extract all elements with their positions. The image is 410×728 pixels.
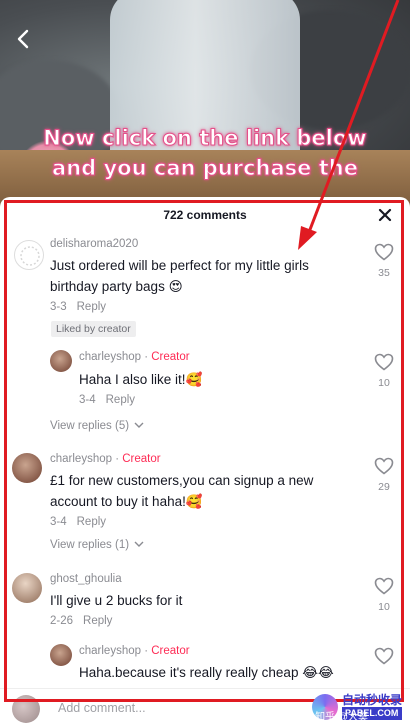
- watermark: 自动秒收录 PABEL.COM 知乎 @大莫: [311, 693, 402, 723]
- comment-text: Just ordered will be perfect for my litt…: [50, 258, 309, 294]
- avatar[interactable]: [50, 350, 72, 372]
- comment-username[interactable]: ghost_ghoulia: [50, 573, 122, 585]
- comment-meta: 3-4 Reply: [50, 516, 106, 528]
- avatar[interactable]: [12, 453, 42, 483]
- username-text[interactable]: charleyshop: [79, 645, 141, 657]
- creator-tag: Creator: [151, 351, 190, 363]
- comment-meta: 2-26 Reply: [50, 615, 112, 627]
- comment-meta: 3-3 Reply: [50, 301, 106, 313]
- comment-date: 3-4: [50, 516, 67, 528]
- user-avatar: [12, 695, 40, 723]
- chevron-down-icon: [134, 422, 144, 428]
- view-replies-button[interactable]: View replies (1): [50, 539, 144, 551]
- comment-date: 3-4: [79, 394, 96, 406]
- username-text[interactable]: charleyshop: [50, 453, 112, 465]
- creator-tag: Creator: [122, 453, 161, 465]
- comment-username[interactable]: charleyshop · Creator: [79, 645, 190, 657]
- chevron-down-icon: [134, 541, 144, 547]
- heart-icon: [374, 647, 394, 665]
- watermark-credit: 知乎 @大莫: [315, 712, 368, 723]
- like-button[interactable]: 10: [372, 577, 396, 613]
- reply-button[interactable]: Reply: [83, 615, 112, 627]
- comment-meta: 3-4 Reply: [79, 394, 135, 406]
- comment-text: Haha.because it's really really cheap 😂😂: [79, 665, 334, 680]
- avatar[interactable]: [12, 573, 42, 603]
- avatar[interactable]: [50, 644, 72, 666]
- reply-button[interactable]: Reply: [77, 516, 106, 528]
- like-count: 29: [378, 481, 390, 493]
- like-count: 10: [378, 601, 390, 613]
- annotation-arrow: [298, 0, 400, 250]
- comment-item: charleyshop · Creator £1 for new custome…: [0, 449, 410, 559]
- comment-date: 2-26: [50, 615, 74, 627]
- reply-item: charleyshop · Creator Haha.because it's …: [0, 641, 410, 691]
- add-comment-input[interactable]: Add comment...: [58, 701, 146, 715]
- heart-icon: [374, 353, 394, 371]
- like-button[interactable]: 10: [372, 353, 396, 389]
- like-count: 35: [378, 267, 390, 279]
- heart-icon: [374, 457, 394, 475]
- comment-username[interactable]: charleyshop · Creator: [79, 351, 190, 363]
- username-text[interactable]: charleyshop: [79, 351, 141, 363]
- like-button[interactable]: 29: [372, 457, 396, 493]
- reply-item: charleyshop · Creator Haha I also like i…: [0, 347, 410, 437]
- comment-text: Haha I also like it!🥰: [79, 372, 203, 387]
- like-button[interactable]: [372, 647, 396, 670]
- heart-icon: [374, 577, 394, 595]
- like-count: 10: [378, 377, 390, 389]
- comment-item: ghost_ghoulia I'll give u 2 bucks for it…: [0, 569, 410, 639]
- creator-tag: Creator: [151, 645, 190, 657]
- comment-username[interactable]: charleyshop · Creator: [50, 453, 161, 465]
- liked-by-creator-badge: Liked by creator: [51, 321, 136, 337]
- watermark-title: 自动秒收录: [341, 693, 402, 707]
- reply-button[interactable]: Reply: [106, 394, 135, 406]
- reply-button[interactable]: Reply: [77, 301, 106, 313]
- comment-date: 3-3: [50, 301, 67, 313]
- comments-sheet: 722 comments delisharoma2020 Just ordere…: [0, 197, 410, 728]
- view-replies-button[interactable]: View replies (5): [50, 420, 144, 432]
- view-replies-label: View replies (5): [50, 420, 130, 432]
- comment-text: £1 for new customers,you can signup a ne…: [50, 473, 314, 509]
- view-replies-label: View replies (1): [50, 539, 130, 551]
- comment-text: I'll give u 2 bucks for it: [50, 593, 183, 608]
